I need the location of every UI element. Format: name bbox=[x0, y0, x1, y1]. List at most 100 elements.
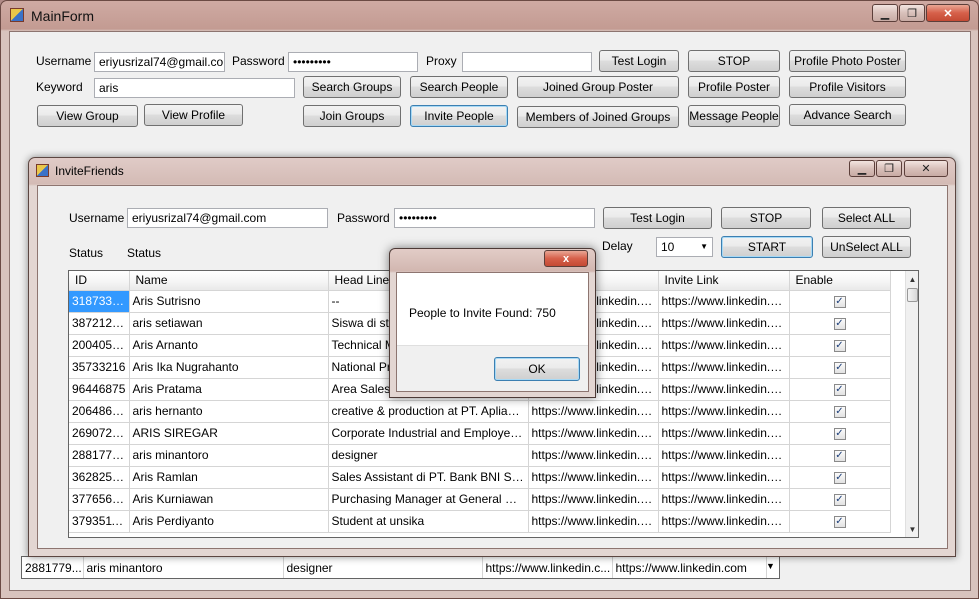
close-button[interactable]: ✕ bbox=[926, 4, 970, 22]
cell-enable[interactable]: ✓ bbox=[789, 488, 891, 511]
profile-photo-poster-button[interactable]: Profile Photo Poster bbox=[789, 50, 906, 72]
cell-name[interactable]: ARIS SIREGAR bbox=[129, 422, 329, 445]
cell-enable[interactable]: ✓ bbox=[789, 510, 891, 533]
cell-invite-link[interactable]: https://www.linkedin.com bbox=[658, 400, 790, 423]
search-people-button[interactable]: Search People bbox=[410, 76, 508, 98]
cell-id[interactable]: 35733216 bbox=[69, 356, 130, 379]
maximize-button[interactable]: ❐ bbox=[899, 4, 925, 22]
delay-select[interactable]: 10 ▼ bbox=[656, 237, 713, 257]
checkbox-checked-icon[interactable]: ✓ bbox=[833, 361, 846, 374]
cell-id[interactable]: 3872125... bbox=[69, 312, 130, 335]
cell-profile-url[interactable]: https://www.linkedin.c... bbox=[528, 444, 659, 467]
cell-headline[interactable]: Student at unsika bbox=[328, 510, 529, 533]
username-input[interactable]: eriyusrizal74@gmail.com bbox=[94, 52, 225, 72]
cell-enable[interactable]: ✓ bbox=[789, 312, 891, 335]
cell-enable[interactable]: ✓ bbox=[789, 422, 891, 445]
cell-name[interactable]: Aris Pratama bbox=[129, 378, 329, 401]
view-profile-button[interactable]: View Profile bbox=[144, 104, 243, 126]
table-row[interactable]: 2881779... aris minantoro designer https://… bbox=[69, 444, 891, 467]
ok-button[interactable]: OK bbox=[494, 357, 580, 381]
cell-enable[interactable]: ✓ bbox=[789, 466, 891, 489]
cell-headline[interactable]: creative & production at PT. Apliando ..… bbox=[328, 400, 529, 423]
cell-enable[interactable]: ✓ bbox=[789, 334, 891, 357]
cell-invite-link[interactable]: https://www.linkedin.com bbox=[658, 488, 790, 511]
select-all-button[interactable]: Select ALL bbox=[822, 207, 911, 229]
checkbox-checked-icon[interactable]: ✓ bbox=[833, 339, 846, 352]
checkbox-checked-icon[interactable]: ✓ bbox=[833, 317, 846, 330]
scroll-down-icon[interactable]: ▼ bbox=[906, 522, 918, 536]
checkbox-checked-icon[interactable]: ✓ bbox=[833, 493, 846, 506]
cell-profile-url[interactable]: https://www.linkedin.c... bbox=[528, 488, 659, 511]
cell-enable[interactable]: ✓ bbox=[789, 400, 891, 423]
cell-name[interactable]: Aris Ramlan bbox=[129, 466, 329, 489]
test-login-button[interactable]: Test Login bbox=[599, 50, 679, 72]
cell-name[interactable]: Aris Ika Nugrahanto bbox=[129, 356, 329, 379]
col-header-invite-link[interactable]: Invite Link bbox=[658, 271, 790, 291]
cell-name[interactable]: Aris Perdiyanto bbox=[129, 510, 329, 533]
scrollbar-thumb[interactable] bbox=[907, 288, 918, 302]
checkbox-checked-icon[interactable]: ✓ bbox=[833, 515, 846, 528]
cell-invite-link[interactable]: https://www.linkedin.com bbox=[658, 510, 790, 533]
start-button[interactable]: START bbox=[721, 236, 813, 258]
cell-id[interactable]: 3628251... bbox=[69, 466, 130, 489]
cell-name[interactable]: Aris Arnanto bbox=[129, 334, 329, 357]
checkbox-checked-icon[interactable]: ✓ bbox=[833, 383, 846, 396]
table-row[interactable]: 3628251... Aris Ramlan Sales Assistant di … bbox=[69, 466, 891, 489]
join-groups-button[interactable]: Join Groups bbox=[303, 105, 401, 127]
cell-headline[interactable]: Corporate Industrial and Employee Rel... bbox=[328, 422, 529, 445]
cell-name[interactable]: Aris Kurniawan bbox=[129, 488, 329, 511]
checkbox-checked-icon[interactable]: ✓ bbox=[833, 405, 846, 418]
cell-profile-url[interactable]: https://www.linkedin.c... bbox=[528, 466, 659, 489]
table-row[interactable]: 3776566... Aris Kurniawan Purchasing Manag… bbox=[69, 488, 891, 511]
dialog-close-button[interactable]: ✕ bbox=[904, 160, 948, 177]
unselect-all-button[interactable]: UnSelect ALL bbox=[822, 236, 911, 258]
grid-vertical-scrollbar[interactable]: ▲ ▼ bbox=[905, 271, 918, 537]
cell-profile-url[interactable]: https://www.linkedin.c... bbox=[528, 510, 659, 533]
cell-invite-link[interactable]: https://www.linkedin.com bbox=[658, 444, 790, 467]
profile-poster-button[interactable]: Profile Poster bbox=[688, 76, 780, 98]
cell-profile-url[interactable]: https://www.linkedin.c... bbox=[528, 400, 659, 423]
scroll-up-icon[interactable]: ▲ bbox=[906, 272, 918, 286]
advance-search-button[interactable]: Advance Search bbox=[789, 104, 906, 126]
minimize-button[interactable]: ▁ bbox=[872, 4, 898, 22]
members-of-joined-groups-button[interactable]: Members of Joined Groups bbox=[517, 106, 679, 128]
table-row[interactable]: 2690725... ARIS SIREGAR Corporate Industri… bbox=[69, 422, 891, 445]
cell-invite-link[interactable]: https://www.linkedin.com bbox=[658, 356, 790, 379]
stop-button[interactable]: STOP bbox=[688, 50, 780, 72]
dialog-password-input[interactable]: ••••••••• bbox=[394, 208, 595, 228]
proxy-input[interactable] bbox=[462, 52, 592, 72]
dialog-stop-button[interactable]: STOP bbox=[721, 207, 811, 229]
chevron-down-icon[interactable]: ▼ bbox=[766, 561, 775, 571]
col-header-id[interactable]: ID bbox=[69, 271, 130, 291]
cell-invite-link[interactable]: https://www.linkedin.com bbox=[658, 312, 790, 335]
col-header-name[interactable]: Name bbox=[129, 271, 329, 291]
checkbox-checked-icon[interactable]: ✓ bbox=[833, 449, 846, 462]
keyword-input[interactable]: aris bbox=[94, 78, 295, 98]
cell-name[interactable]: aris minantoro bbox=[129, 444, 329, 467]
cell-id[interactable]: 2690725... bbox=[69, 422, 130, 445]
cell-id[interactable]: 2004051... bbox=[69, 334, 130, 357]
cell-id[interactable]: 3776566... bbox=[69, 488, 130, 511]
cell-enable[interactable]: ✓ bbox=[789, 444, 891, 467]
table-row[interactable]: 3793511... Aris Perdiyanto Student at unsi… bbox=[69, 510, 891, 533]
cell-id[interactable]: 2064867... bbox=[69, 400, 130, 423]
joined-group-poster-button[interactable]: Joined Group Poster bbox=[517, 76, 679, 98]
search-groups-button[interactable]: Search Groups bbox=[303, 76, 401, 98]
checkbox-checked-icon[interactable]: ✓ bbox=[833, 295, 846, 308]
col-header-enable[interactable]: Enable bbox=[789, 271, 891, 291]
message-people-button[interactable]: Message People bbox=[688, 105, 780, 127]
cell-enable[interactable]: ✓ bbox=[789, 378, 891, 401]
main-title-bar[interactable]: MainForm ▁ ❐ ✕ bbox=[1, 1, 979, 29]
dialog-minimize-button[interactable]: ▁ bbox=[849, 160, 875, 177]
msgbox-close-button[interactable]: x bbox=[544, 250, 588, 267]
cell-id[interactable]: 3793511... bbox=[69, 510, 130, 533]
cell-invite-link[interactable]: https://www.linkedin.com bbox=[658, 290, 790, 313]
cell-name[interactable]: Aris Sutrisno bbox=[129, 290, 329, 313]
cell-id[interactable]: 96446875 bbox=[69, 378, 130, 401]
cell-headline[interactable]: designer bbox=[328, 444, 529, 467]
cell-headline[interactable]: Purchasing Manager at General Motors bbox=[328, 488, 529, 511]
cell-invite-link[interactable]: https://www.linkedin.com bbox=[658, 466, 790, 489]
cell-headline[interactable]: Sales Assistant di PT. Bank BNI Syariah bbox=[328, 466, 529, 489]
password-input[interactable]: ••••••••• bbox=[288, 52, 418, 72]
profile-visitors-button[interactable]: Profile Visitors bbox=[789, 76, 906, 98]
